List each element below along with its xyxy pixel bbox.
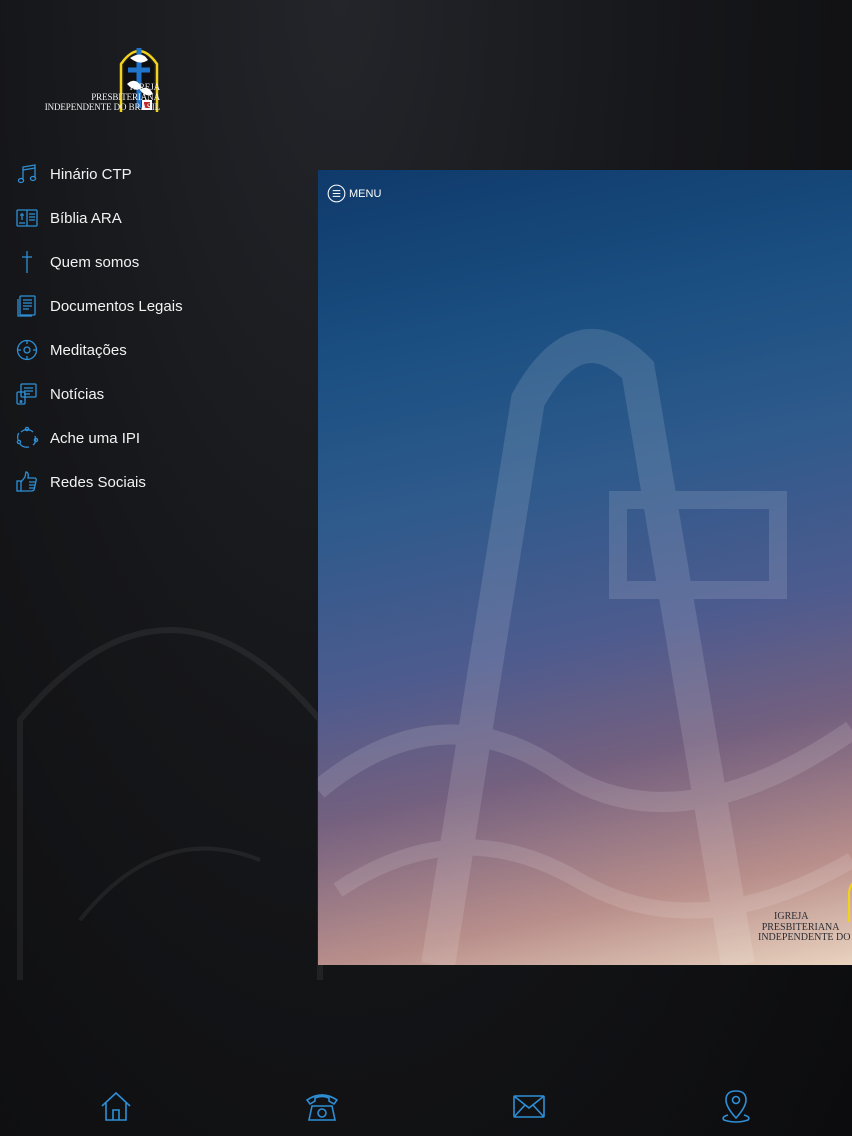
menu-item-quem-somos[interactable]: Quem somos <box>0 240 310 284</box>
panel-background-artwork <box>318 329 852 965</box>
document-icon <box>14 293 40 319</box>
menu-item-meditacoes[interactable]: Meditações <box>0 328 310 372</box>
network-icon <box>14 425 40 451</box>
menu-item-label: Ache uma IPI <box>50 429 141 447</box>
tab-location[interactable] <box>712 1082 760 1130</box>
menu-toggle-label: MENU <box>349 187 382 200</box>
side-menu: Hinário CTP Bíblia ARA Quem somos Docume… <box>0 152 310 504</box>
news-device-icon <box>14 381 40 407</box>
home-icon <box>101 1091 131 1121</box>
menu-item-label: Notícias <box>50 385 105 403</box>
church-logo: IGREJA PRESBITERIANA INDEPENDENTE DO BRA… <box>45 40 168 116</box>
music-note-icon <box>14 161 40 187</box>
menu-item-biblia[interactable]: Bíblia ARA <box>0 196 310 240</box>
menu-item-ache-ipi[interactable]: Ache uma IPI <box>0 416 310 460</box>
tab-home[interactable] <box>92 1082 140 1130</box>
thumbs-up-icon <box>14 469 40 495</box>
menu-item-label: Bíblia ARA <box>50 209 122 227</box>
menu-item-documentos[interactable]: Documentos Legais <box>0 284 310 328</box>
panel-logo-line-3: INDEPENDENTE DO <box>758 932 851 943</box>
menu-item-label: Documentos Legais <box>50 297 183 315</box>
cross-icon <box>14 249 40 275</box>
panel-logo-line-1: IGREJA <box>774 911 809 922</box>
location-pin-icon <box>722 1090 750 1123</box>
tab-phone[interactable] <box>298 1082 346 1130</box>
menu-item-label: Quem somos <box>50 253 140 271</box>
main-content-panel[interactable]: MENU IGREJA PRESBITERIANA INDEPENDENTE D… <box>318 170 852 965</box>
panel-church-logo-text: IGREJA PRESBITERIANA INDEPENDENTE DO <box>758 911 851 944</box>
phone-icon <box>305 1094 339 1121</box>
logo-line-2: PRESBITERIANA <box>91 92 160 102</box>
church-logo-text: IGREJA PRESBITERIANA INDEPENDENTE DO BRA… <box>45 82 160 112</box>
compass-icon <box>14 337 40 363</box>
logo-line-3: INDEPENDENTE DO BRASIL <box>44 102 160 112</box>
menu-item-label: Redes Sociais <box>50 473 146 491</box>
menu-item-label: Hinário CTP <box>50 165 132 183</box>
menu-item-label: Meditações <box>50 341 127 359</box>
bottom-tab-bar <box>0 1082 852 1130</box>
menu-item-noticias[interactable]: Notícias <box>0 372 310 416</box>
menu-item-hinario[interactable]: Hinário CTP <box>0 152 310 196</box>
bible-icon <box>14 205 40 231</box>
menu-toggle-button[interactable]: MENU <box>327 184 381 203</box>
hamburger-circle-icon <box>327 184 346 203</box>
menu-item-redes-sociais[interactable]: Redes Sociais <box>0 460 310 504</box>
logo-line-1: IGREJA <box>129 82 161 92</box>
mail-icon <box>513 1095 545 1118</box>
tab-mail[interactable] <box>505 1082 553 1130</box>
